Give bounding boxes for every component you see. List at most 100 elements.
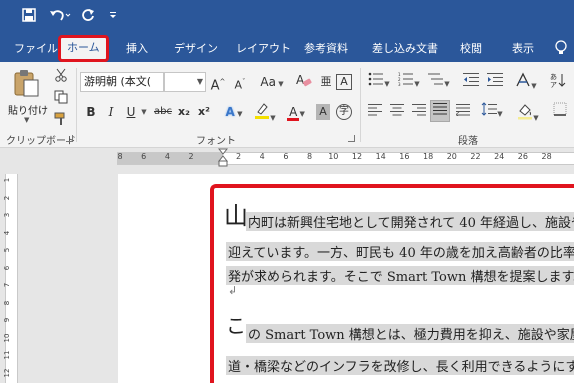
paste-dropdown-caret[interactable]: ▼ xyxy=(24,116,29,124)
multilevel-list-icon[interactable]: ▼ xyxy=(426,72,452,92)
shrink-font-icon[interactable]: Aˇ xyxy=(232,72,248,92)
tab-insert[interactable]: 挿入 xyxy=(126,38,148,60)
align-center-icon[interactable] xyxy=(388,102,406,122)
ruler-tick-label: 12 xyxy=(351,152,363,161)
ruler-tick-label: 11 xyxy=(3,350,11,360)
ruler-left-margin xyxy=(117,153,223,164)
align-left-icon[interactable] xyxy=(366,102,384,122)
character-border-icon[interactable]: A xyxy=(336,74,352,90)
chevron-down-icon: ▼ xyxy=(275,80,284,88)
asian-layout-icon[interactable]: ▼ xyxy=(512,72,540,92)
vertical-ruler[interactable]: 1 2 3 4 5 6 7 8 9 10 11 12 xyxy=(0,168,20,383)
phonetic-guide-icon[interactable]: 亜 xyxy=(318,72,334,92)
text-effects-icon[interactable]: A ▼ xyxy=(222,102,246,122)
indent-marker-icon[interactable] xyxy=(217,148,229,168)
font-size-combo[interactable]: ▼ xyxy=(164,72,206,92)
italic-button[interactable]: I xyxy=(104,102,118,122)
svg-text:3: 3 xyxy=(398,82,401,86)
ruler-tick-label: 8 xyxy=(3,300,11,305)
superscript-button[interactable]: x² xyxy=(196,102,212,122)
svg-text:A: A xyxy=(296,73,305,87)
tab-mailings[interactable]: 差し込み文書 xyxy=(372,38,438,60)
highlight-color-icon[interactable]: ▼ xyxy=(252,102,278,122)
ruler-tick-label: 10 xyxy=(328,152,339,161)
ruler-tick-label: 16 xyxy=(399,152,410,161)
undo-icon[interactable] xyxy=(48,8,72,26)
borders-icon[interactable] xyxy=(548,102,572,122)
paste-button[interactable]: 貼り付け ▼ xyxy=(6,68,48,124)
ruler-tick-label: 10 xyxy=(3,333,11,342)
line-spacing-icon[interactable]: ▼ xyxy=(478,102,506,122)
ruler-tick-label: 24 xyxy=(494,152,505,161)
save-icon[interactable] xyxy=(20,8,38,26)
format-painter-icon[interactable] xyxy=(54,112,70,128)
ruler-tick-label: 8 xyxy=(117,152,123,161)
tab-home[interactable]: ホーム xyxy=(58,35,109,62)
document-line: 内町は新興住宅地として開発されて 40 年経過し、施設や xyxy=(246,212,574,231)
customize-icon[interactable] xyxy=(108,8,118,26)
bold-button[interactable]: B xyxy=(84,102,98,122)
ruler-tick-label: 18 xyxy=(423,152,434,161)
ruler-tick-label: 4 xyxy=(259,152,265,161)
ruler-tick-label: 22 xyxy=(470,152,481,161)
ruler-tick-label: 4 xyxy=(3,230,11,235)
underline-button[interactable]: U xyxy=(124,102,138,122)
lightbulb-icon[interactable] xyxy=(554,40,568,56)
justify-icon[interactable] xyxy=(430,100,450,122)
paragraph-mark-icon: ↲ xyxy=(228,284,238,297)
numbering-icon[interactable]: 1 2 3 ▼ xyxy=(396,72,422,92)
ruler-tick-label: 8 xyxy=(307,152,313,161)
decrease-indent-icon[interactable] xyxy=(462,72,480,92)
ruler-tick-label: 12 xyxy=(3,368,11,377)
divider xyxy=(76,68,77,142)
cut-icon[interactable] xyxy=(54,68,70,84)
bullets-icon[interactable]: ▼ xyxy=(366,72,392,92)
ruler-tick-label: 3 xyxy=(3,212,11,218)
enclose-characters-icon[interactable]: 字 xyxy=(336,104,352,120)
ruler-tick-label: 7 xyxy=(3,282,11,288)
font-dialog-launcher[interactable] xyxy=(348,135,355,142)
ruler-tick-label: 1 xyxy=(3,177,11,183)
tab-view[interactable]: 表示 xyxy=(512,38,534,60)
svg-text:ア: ア xyxy=(550,81,557,88)
clear-formatting-icon[interactable]: A xyxy=(296,72,312,92)
tab-references[interactable]: 参考資料 xyxy=(304,38,348,60)
horizontal-ruler[interactable]: 8 6 4 2 2 4 6 8 10 12 14 16 18 20 22 24 26 28 xyxy=(0,148,574,168)
ruler-tick-label: 9 xyxy=(3,317,11,323)
ruler-tick-label: 2 xyxy=(235,152,242,161)
character-shading-icon[interactable]: A xyxy=(316,104,330,120)
chevron-down-icon[interactable]: ▼ xyxy=(140,102,148,122)
change-case-button[interactable]: Aa ▼ xyxy=(258,72,286,92)
distributed-icon[interactable] xyxy=(454,102,472,122)
subscript-button[interactable]: x₂ xyxy=(176,102,192,122)
ruler-tick-label: 6 xyxy=(283,152,289,161)
ruler-tick-label: 2 xyxy=(3,195,11,200)
paste-label: 貼り付け xyxy=(8,106,48,117)
tab-layout[interactable]: レイアウト xyxy=(236,38,291,60)
align-right-icon[interactable] xyxy=(410,102,428,122)
font-name-combo[interactable]: 游明朝 (本文( xyxy=(80,72,164,92)
document-line: 発が求められます。そこで Smart Town 構想を提案します。 xyxy=(226,266,574,285)
increase-indent-icon[interactable] xyxy=(486,72,504,92)
ruler-tick-label: 28 xyxy=(541,152,552,161)
shading-icon[interactable]: ▼ xyxy=(514,102,542,122)
document-line: の Smart Town 構想とは、極力費用を抑え、施設や家屋な xyxy=(246,324,574,343)
font-name-value: 游明朝 (本文( xyxy=(84,75,152,88)
document-line: 道・橋梁などのインフラを改修し、長く利用できるようにする xyxy=(226,356,574,375)
copy-icon[interactable] xyxy=(54,90,70,106)
tab-file[interactable]: ファイル xyxy=(14,38,58,60)
tab-review[interactable]: 校閲 xyxy=(460,38,482,60)
grow-font-icon[interactable]: A^ xyxy=(210,72,226,93)
font-group-label: フォント xyxy=(196,136,236,147)
document-text-region[interactable]: 山 内町は新興住宅地として開発されて 40 年経過し、施設や 迎えています。一方… xyxy=(210,184,574,383)
ruler-tick-label: 5 xyxy=(3,247,11,253)
ruler-tick-label: 20 xyxy=(446,152,457,161)
ruler-tick-label: 2 xyxy=(188,152,194,161)
redo-icon[interactable] xyxy=(80,8,96,26)
divider xyxy=(360,68,361,142)
tab-design[interactable]: デザイン xyxy=(174,38,218,60)
font-color-icon[interactable]: A ▼ xyxy=(284,102,310,122)
strikethrough-button[interactable]: abc xyxy=(152,102,174,122)
clipboard-dialog-launcher[interactable] xyxy=(66,135,73,142)
sort-icon[interactable]: あア xyxy=(546,72,570,92)
